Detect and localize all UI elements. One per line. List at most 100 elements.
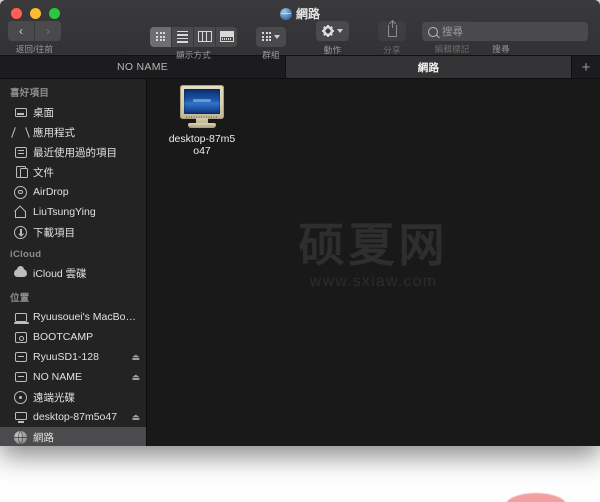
back-button[interactable]: ‹ xyxy=(8,21,35,41)
watermark-sub: www.sxiaw.com xyxy=(309,273,438,290)
view-mode-group: 顯示方式 xyxy=(150,21,237,61)
search-group: 搜尋 搜尋 xyxy=(414,22,600,55)
sidebar-item-no-name[interactable]: NO NAME ⏏ xyxy=(0,367,146,387)
group-by-caption: 群組 xyxy=(262,49,280,60)
search-field[interactable]: 搜尋 xyxy=(422,22,588,41)
gallery-view-button[interactable] xyxy=(216,27,237,47)
chevron-down-icon xyxy=(274,34,280,39)
finder-window: 網路 ‹ › 返回/往前 顯示方式 群組 動作 分享 編輯標記 搜尋 搜尋 NO… xyxy=(0,0,600,446)
sidebar-item-bootcamp[interactable]: BOOTCAMP xyxy=(0,327,146,347)
sidebar-item-label: NO NAME xyxy=(33,371,83,383)
file-grid[interactable]: desktop-87m5o47 硕夏网 www.sxiaw.com xyxy=(147,79,600,446)
sidebar-item-label: 下載項目 xyxy=(33,226,75,239)
sidebar-item-remote-disc[interactable]: 遠端光碟 xyxy=(0,387,146,407)
toolbar: ‹ › 返回/往前 顯示方式 群組 動作 分享 編輯標記 搜尋 搜尋 xyxy=(0,20,600,60)
watermark: 硕夏网 www.sxiaw.com xyxy=(147,219,600,291)
share-group: 分享 xyxy=(378,21,406,56)
tab-network[interactable]: 網路 xyxy=(286,56,572,78)
sidebar-item-label: Ryuusouei's MacBoo… xyxy=(33,311,140,323)
sidebar-item-ryuusd1[interactable]: RyuuSD1-128 ⏏ xyxy=(0,347,146,367)
sidebar-item-documents[interactable]: 文件 xyxy=(0,162,146,182)
sidebar-item-label: LiuTsungYing xyxy=(33,206,96,218)
view-mode-caption: 顯示方式 xyxy=(176,49,211,60)
sidebar-item-label: 文件 xyxy=(33,166,54,179)
view-mode-segmented-control[interactable] xyxy=(150,26,237,47)
traffic-lights xyxy=(11,8,60,19)
search-caption: 搜尋 xyxy=(492,44,510,54)
sidebar-item-label: 遠端光碟 xyxy=(33,391,75,404)
action-caption: 動作 xyxy=(323,45,342,55)
sidebar-item-label: iCloud 雲碟 xyxy=(33,267,87,280)
drive-icon xyxy=(14,371,27,384)
minimize-button[interactable] xyxy=(30,8,41,19)
column-view-button[interactable] xyxy=(194,26,216,47)
sidebar-item-label: BOOTCAMP xyxy=(33,331,94,343)
share-button[interactable] xyxy=(378,21,406,41)
airdrop-icon xyxy=(14,185,27,199)
window-body: 喜好項目 桌面 應用程式 最近使用過的項目 文件 AirDrop LiuTsun… xyxy=(0,79,600,446)
eject-icon[interactable]: ⏏ xyxy=(131,352,140,362)
sidebar-section-locations-header: 位置 xyxy=(10,293,30,304)
pc-monitor-icon xyxy=(179,85,225,129)
sidebar: 喜好項目 桌面 應用程式 最近使用過的項目 文件 AirDrop LiuTsun… xyxy=(0,79,147,446)
documents-icon xyxy=(14,166,28,179)
sidebar-section-icloud-header: iCloud xyxy=(10,249,42,260)
sidebar-item-desktop-87m5o47[interactable]: desktop-87m5o47 ⏏ xyxy=(0,407,146,427)
close-button[interactable] xyxy=(11,8,22,19)
forward-button[interactable]: › xyxy=(35,21,61,41)
sidebar-item-label: desktop-87m5o47 xyxy=(33,411,118,423)
icon-view-button[interactable] xyxy=(150,26,172,47)
group-by-group: 群組 xyxy=(256,21,286,61)
grid-icon xyxy=(262,32,271,41)
sidebar-item-icloud-drive[interactable]: iCloud 雲碟 xyxy=(0,263,146,283)
action-button[interactable] xyxy=(316,21,349,41)
sidebar-item-label: 網路 xyxy=(33,431,54,444)
new-tab-button[interactable]: + xyxy=(572,56,600,78)
search-icon xyxy=(428,26,438,37)
sidebar-item-label: 最近使用過的項目 xyxy=(33,146,117,159)
pc-icon xyxy=(14,411,27,424)
recents-icon xyxy=(14,146,27,159)
share-icon xyxy=(387,21,397,37)
file-item-desktop-87m5o47[interactable]: desktop-87m5o47 xyxy=(157,85,247,157)
sidebar-item-desktop[interactable]: 桌面 xyxy=(0,102,146,122)
disc-icon xyxy=(14,390,27,404)
grid-icon xyxy=(156,32,165,41)
search-placeholder: 搜尋 xyxy=(442,26,463,38)
home-icon xyxy=(14,206,27,219)
sidebar-item-network[interactable]: 網路 xyxy=(0,427,146,446)
globe-icon xyxy=(14,430,27,444)
harddisk-icon xyxy=(14,331,27,344)
sidebar-item-applications[interactable]: 應用程式 xyxy=(0,122,146,142)
action-group: 動作 xyxy=(316,21,349,56)
globe-icon xyxy=(279,7,292,20)
list-view-button[interactable] xyxy=(172,26,194,47)
sidebar-section-favorites-header: 喜好項目 xyxy=(10,88,50,99)
sidebar-item-recents[interactable]: 最近使用過的項目 xyxy=(0,142,146,162)
chevron-down-icon xyxy=(337,29,343,33)
downloads-icon xyxy=(14,225,27,239)
tab-no-name[interactable]: NO NAME xyxy=(0,56,286,78)
sidebar-item-home[interactable]: LiuTsungYing xyxy=(0,202,146,222)
zoom-button[interactable] xyxy=(49,8,60,19)
eject-icon[interactable]: ⏏ xyxy=(131,412,140,422)
eject-icon[interactable]: ⏏ xyxy=(131,372,140,382)
sidebar-item-macbook[interactable]: Ryuusouei's MacBoo… xyxy=(0,307,146,327)
columns-icon xyxy=(197,31,212,42)
sidebar-item-downloads[interactable]: 下載項目 xyxy=(0,222,146,242)
file-item-label: desktop-87m5o47 xyxy=(168,133,236,157)
sidebar-item-label: 應用程式 xyxy=(33,126,75,139)
sidebar-item-airdrop[interactable]: AirDrop xyxy=(0,182,146,202)
share-caption: 分享 xyxy=(383,45,401,55)
nav-caption: 返回/往前 xyxy=(15,44,54,54)
list-icon xyxy=(177,30,188,43)
nav-group: ‹ › 返回/往前 xyxy=(8,21,61,55)
gallery-icon xyxy=(219,31,234,42)
laptop-icon xyxy=(14,311,29,324)
pink-blob-shape xyxy=(505,493,567,502)
titlebar: 網路 ‹ › 返回/往前 顯示方式 群組 動作 分享 編輯標記 搜尋 搜尋 xyxy=(0,0,600,60)
group-by-button[interactable] xyxy=(256,26,286,47)
sidebar-item-label: RyuuSD1-128 xyxy=(33,351,99,363)
watermark-main: 硕夏网 xyxy=(298,219,449,271)
sidebar-item-label: 桌面 xyxy=(33,106,54,119)
